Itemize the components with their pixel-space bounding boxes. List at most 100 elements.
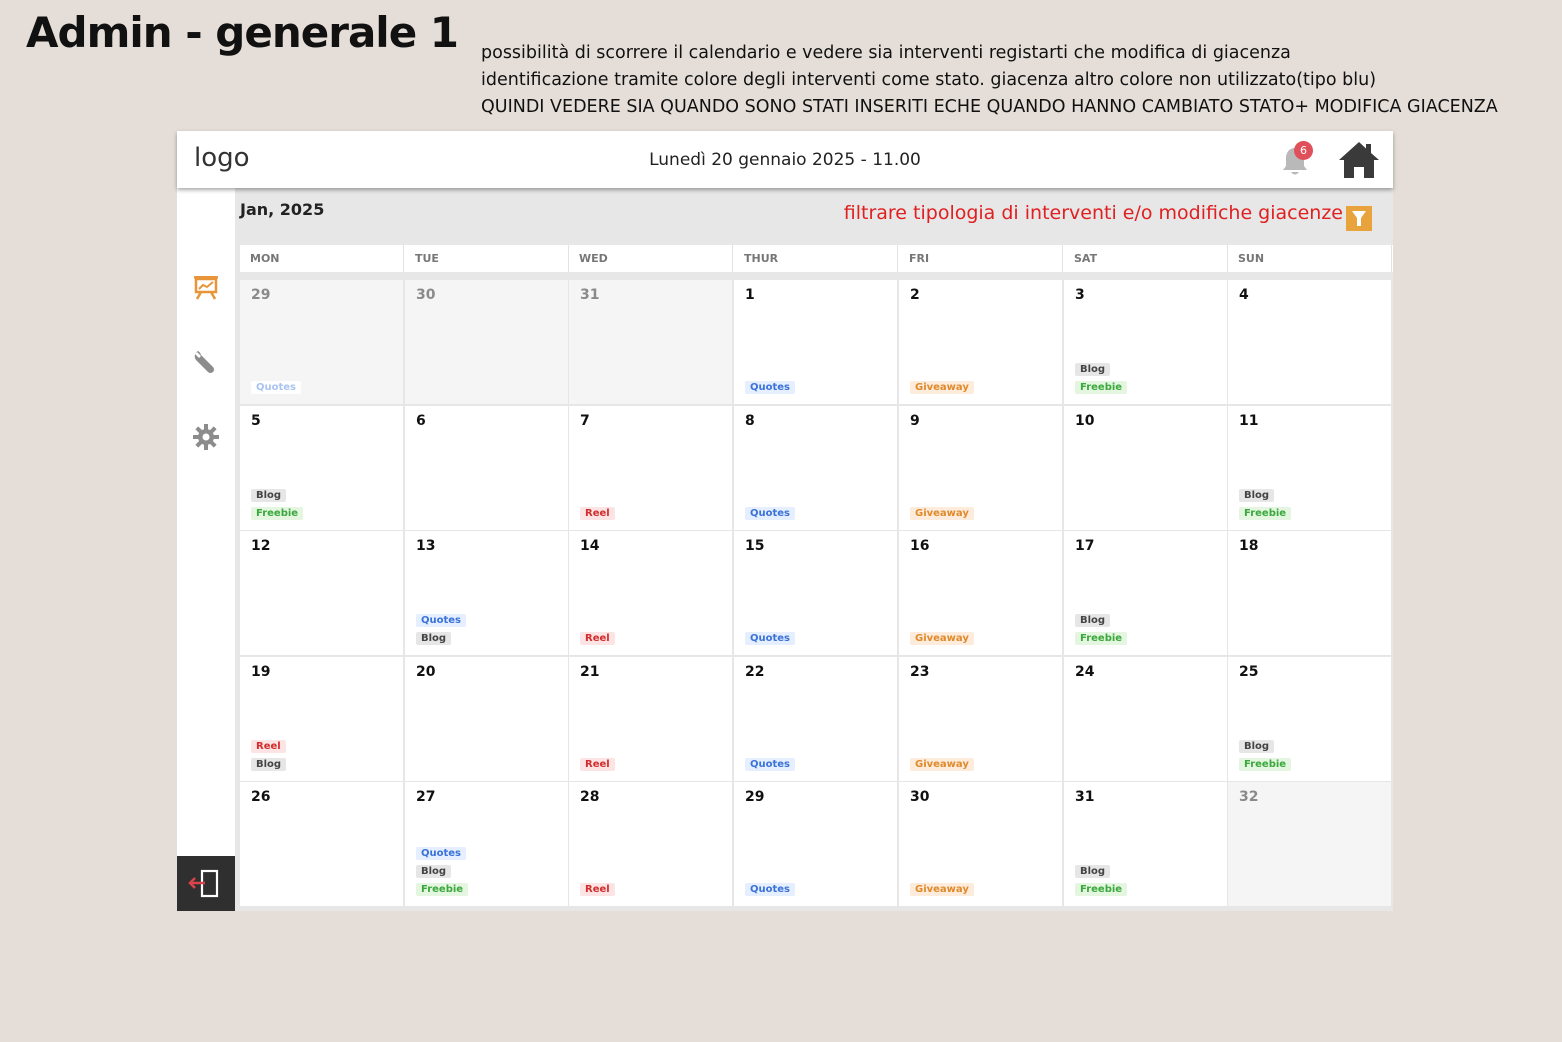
- calendar-day-cell[interactable]: 12: [240, 531, 404, 656]
- day-number: 28: [580, 789, 600, 805]
- event-tag-blog[interactable]: Blog: [416, 865, 452, 878]
- event-tag-list: Quotes Blog: [416, 614, 467, 645]
- event-tag-list: Quotes: [745, 883, 796, 896]
- calendar-day-cell[interactable]: 30 Giveaway: [899, 782, 1063, 907]
- calendar-day-cell[interactable]: 8 Quotes: [734, 406, 898, 531]
- day-number: 1: [745, 287, 755, 303]
- event-tag-blog[interactable]: Blog: [251, 489, 287, 502]
- calendar-day-cell[interactable]: 24: [1064, 657, 1228, 782]
- calendar-day-cell[interactable]: 7 Reel: [569, 406, 733, 531]
- event-tag-reel[interactable]: Reel: [580, 758, 615, 771]
- event-tag-list: Blog Freebie: [1075, 614, 1128, 645]
- event-tag-quotes[interactable]: Quotes: [745, 758, 796, 771]
- event-tag-list: Blog Freebie: [1239, 489, 1292, 520]
- event-tag-freebie[interactable]: Freebie: [1075, 883, 1128, 896]
- event-tag-blog[interactable]: Blog: [1239, 740, 1275, 753]
- event-tag-quotes[interactable]: Quotes: [745, 632, 796, 645]
- calendar-day-cell[interactable]: 15 Quotes: [734, 531, 898, 656]
- event-tag-blog[interactable]: Blog: [1239, 489, 1275, 502]
- calendar-day-cell[interactable]: 10: [1064, 406, 1228, 531]
- event-tag-giveaway[interactable]: Giveaway: [910, 507, 974, 520]
- event-tag-blog[interactable]: Blog: [251, 758, 287, 771]
- event-tag-reel[interactable]: Reel: [580, 507, 615, 520]
- event-tag-quotes[interactable]: Quotes: [416, 614, 467, 627]
- calendar-day-cell[interactable]: 21 Reel: [569, 657, 733, 782]
- event-tag-reel[interactable]: Reel: [251, 740, 286, 753]
- event-tag-list: Blog Freebie: [1239, 740, 1292, 771]
- calendar-day-cell[interactable]: 5 Blog Freebie: [240, 406, 404, 531]
- calendar-day-cell[interactable]: 14 Reel: [569, 531, 733, 656]
- gear-icon[interactable]: [192, 423, 220, 451]
- event-tag-giveaway[interactable]: Giveaway: [910, 758, 974, 771]
- event-tag-blog[interactable]: Blog: [1075, 363, 1111, 376]
- event-tag-freebie[interactable]: Freebie: [251, 507, 304, 520]
- calendar-day-cell[interactable]: 26: [240, 782, 404, 907]
- day-number: 5: [251, 413, 261, 429]
- event-tag-blog[interactable]: Blog: [1075, 614, 1111, 627]
- annotation-note: possibilità di scorrere il calendario e …: [481, 43, 1291, 63]
- app-window: logo Lunedì 20 gennaio 2025 - 11.00 6 Ja…: [177, 131, 1393, 911]
- event-tag-quotes[interactable]: Quotes: [251, 381, 302, 394]
- event-tag-list: Reel: [580, 883, 615, 896]
- calendar-day-cell[interactable]: 31 Blog Freebie: [1064, 782, 1228, 907]
- calendar-day-cell[interactable]: 4: [1228, 280, 1392, 405]
- event-tag-freebie[interactable]: Freebie: [1075, 632, 1128, 645]
- event-tag-quotes[interactable]: Quotes: [416, 847, 467, 860]
- day-number: 6: [416, 413, 426, 429]
- page-heading: Admin - generale 1: [26, 8, 459, 57]
- calendar-day-cell[interactable]: 6: [405, 406, 569, 531]
- calendar-day-cell[interactable]: 25 Blog Freebie: [1228, 657, 1392, 782]
- calendar-day-cell[interactable]: 22 Quotes: [734, 657, 898, 782]
- top-bar: logo Lunedì 20 gennaio 2025 - 11.00 6: [177, 131, 1393, 188]
- calendar-day-cell[interactable]: 19 Reel Blog: [240, 657, 404, 782]
- weekday-header: TUE: [405, 245, 569, 272]
- calendar-day-cell[interactable]: 20: [405, 657, 569, 782]
- calendar-day-cell[interactable]: 27 Quotes Blog Freebie: [405, 782, 569, 907]
- calendar-day-cell[interactable]: 17 Blog Freebie: [1064, 531, 1228, 656]
- calendar-day-cell[interactable]: 16 Giveaway: [899, 531, 1063, 656]
- event-tag-blog[interactable]: Blog: [416, 632, 452, 645]
- event-tag-freebie[interactable]: Freebie: [1239, 507, 1292, 520]
- calendar-day-cell[interactable]: 9 Giveaway: [899, 406, 1063, 531]
- calendar-panel: Jan, 2025 filtrare tipologia di interven…: [235, 188, 1393, 911]
- calendar-day-cell[interactable]: 2 Giveaway: [899, 280, 1063, 405]
- event-tag-list: Giveaway: [910, 883, 974, 896]
- calendar-day-cell[interactable]: 29 Quotes: [240, 280, 404, 405]
- calendar-day-cell[interactable]: 11 Blog Freebie: [1228, 406, 1392, 531]
- calendar-day-cell[interactable]: 29 Quotes: [734, 782, 898, 907]
- calendar-day-cell[interactable]: 31: [569, 280, 733, 405]
- calendar-day-cell[interactable]: 3 Blog Freebie: [1064, 280, 1228, 405]
- event-tag-giveaway[interactable]: Giveaway: [910, 883, 974, 896]
- event-tag-freebie[interactable]: Freebie: [1075, 381, 1128, 394]
- event-tag-list: Blog Freebie: [1075, 363, 1128, 394]
- event-tag-giveaway[interactable]: Giveaway: [910, 632, 974, 645]
- home-icon[interactable]: [1337, 140, 1381, 180]
- calendar-day-cell[interactable]: 23 Giveaway: [899, 657, 1063, 782]
- event-tag-blog[interactable]: Blog: [1075, 865, 1111, 878]
- event-tag-quotes[interactable]: Quotes: [745, 507, 796, 520]
- event-tag-list: Giveaway: [910, 381, 974, 394]
- logout-button[interactable]: [177, 856, 235, 911]
- day-number: 17: [1075, 538, 1095, 554]
- calendar-day-cell[interactable]: 32: [1228, 782, 1392, 907]
- presentation-chart-icon[interactable]: [192, 273, 220, 301]
- event-tag-list: Quotes: [251, 381, 302, 394]
- event-tag-freebie[interactable]: Freebie: [1239, 758, 1292, 771]
- calendar-day-cell[interactable]: 1 Quotes: [734, 280, 898, 405]
- filter-label[interactable]: filtrare tipologia di interventi e/o mod…: [844, 202, 1343, 224]
- calendar-day-cell[interactable]: 18: [1228, 531, 1392, 656]
- event-tag-reel[interactable]: Reel: [580, 883, 615, 896]
- event-tag-quotes[interactable]: Quotes: [745, 883, 796, 896]
- calendar-day-cell[interactable]: 30: [405, 280, 569, 405]
- calendar-day-cell[interactable]: 13 Quotes Blog: [405, 531, 569, 656]
- event-tag-quotes[interactable]: Quotes: [745, 381, 796, 394]
- calendar-day-cell[interactable]: 28 Reel: [569, 782, 733, 907]
- event-tag-giveaway[interactable]: Giveaway: [910, 381, 974, 394]
- event-tag-reel[interactable]: Reel: [580, 632, 615, 645]
- event-tag-list: Quotes: [745, 381, 796, 394]
- funnel-icon[interactable]: [1346, 206, 1372, 231]
- weekday-header: SUN: [1228, 245, 1392, 272]
- weekday-header-row: MON TUE WED THUR FRI SAT SUN: [240, 245, 1393, 272]
- wrench-icon[interactable]: [192, 348, 220, 376]
- event-tag-freebie[interactable]: Freebie: [416, 883, 469, 896]
